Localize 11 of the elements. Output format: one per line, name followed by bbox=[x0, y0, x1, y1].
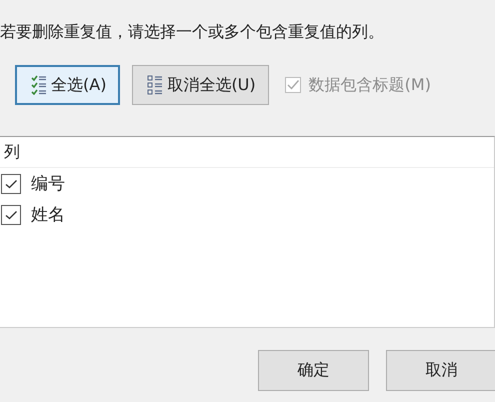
list-icon bbox=[147, 75, 164, 95]
column-item[interactable]: 姓名 bbox=[0, 199, 494, 230]
check-icon bbox=[286, 78, 300, 92]
select-all-button[interactable]: 全选(A) bbox=[15, 65, 120, 105]
checklist-icon bbox=[31, 75, 47, 95]
column-header: 列 bbox=[0, 137, 494, 168]
cancel-button[interactable]: 取消 bbox=[386, 350, 495, 391]
ok-button[interactable]: 确定 bbox=[258, 350, 369, 391]
unselect-all-button[interactable]: 取消全选(U) bbox=[132, 65, 269, 105]
instruction-text: 若要删除重复值，请选择一个或多个包含重复值的列。 bbox=[0, 21, 385, 43]
column-item[interactable]: 编号 bbox=[0, 168, 494, 199]
